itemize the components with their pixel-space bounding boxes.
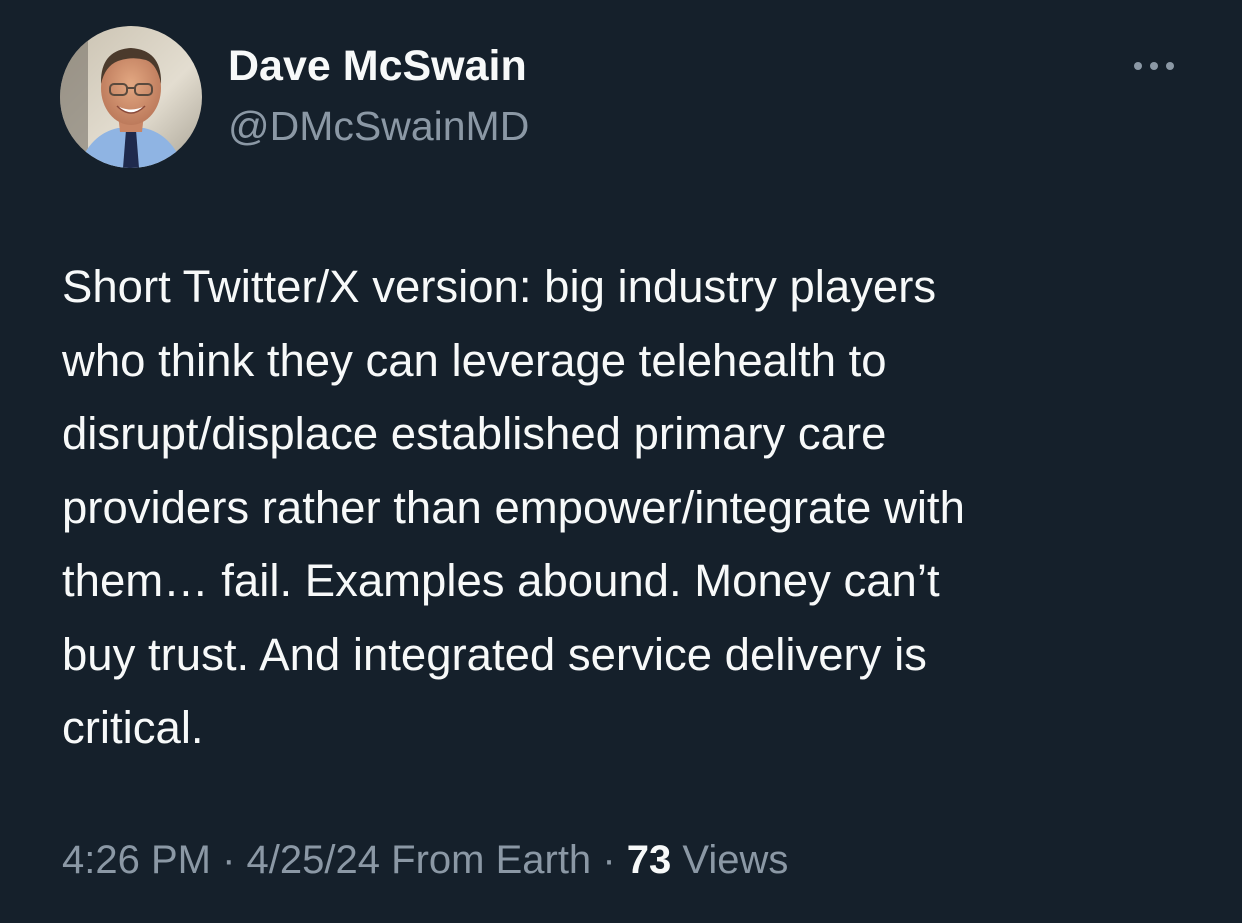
tweet-text: Short Twitter/X version: big industry pl… [62,250,1192,765]
tweet-date[interactable]: 4/25/24 [247,838,380,882]
tweet-text-line: disrupt/displace established primary car… [62,408,887,459]
tweet-text-line: them… fail. Examples abound. Money can’t [62,555,940,606]
tweet-text-line: buy trust. And integrated service delive… [62,628,927,680]
tweet-source: From Earth [391,838,592,882]
tweet-metadata: 4:26 PM · 4/25/24 From Earth · 73 Views [62,834,788,886]
views-label[interactable]: Views [682,838,788,882]
tweet-text-line: Short Twitter/X version: big industry pl… [62,261,937,312]
tweet-time[interactable]: 4:26 PM [62,838,211,882]
avatar[interactable] [60,26,202,168]
views-count[interactable]: 73 [627,838,672,882]
tweet-text-line: providers rather than empower/integrate … [62,481,965,533]
meta-separator: · [222,838,236,882]
tweet-card: Dave McSwain @DMcSwainMD Short Twitter/X… [0,0,1242,923]
more-options-button[interactable] [1126,52,1182,80]
tweet-text-line: critical. [62,702,204,753]
author-display-name[interactable]: Dave McSwain [228,40,527,92]
tweet-text-line: who think they can leverage telehealth t… [62,334,887,386]
author-handle[interactable]: @DMcSwainMD [228,101,529,151]
profile-photo-icon [60,26,202,168]
meta-separator: · [602,838,616,882]
more-horizontal-icon [1134,62,1174,70]
